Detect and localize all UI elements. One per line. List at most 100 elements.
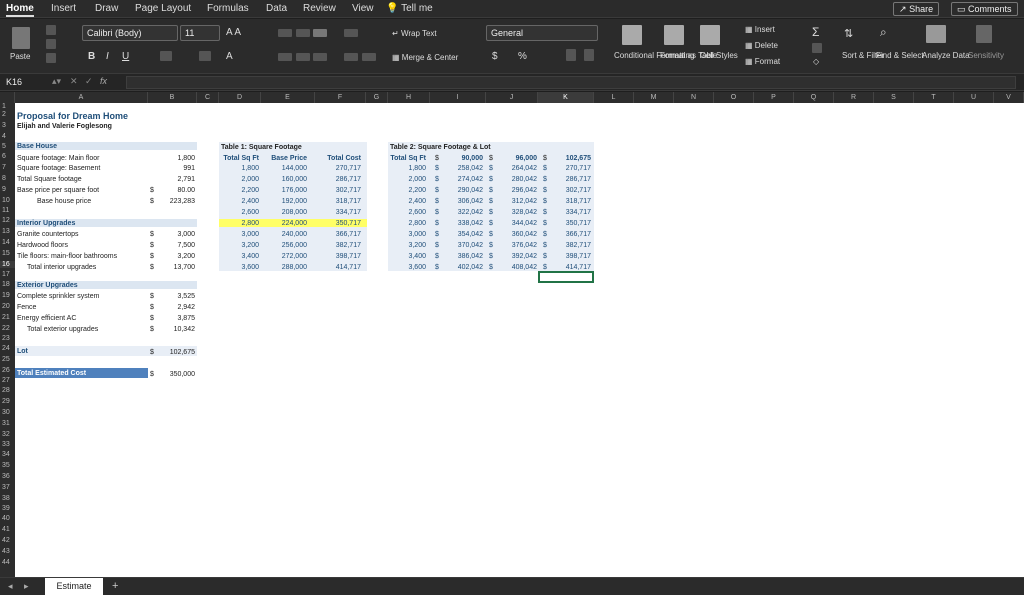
column-header[interactable]: B xyxy=(148,92,197,103)
row-header[interactable]: 11 xyxy=(0,207,15,214)
align-center-icon[interactable] xyxy=(296,53,310,61)
orientation-icon[interactable] xyxy=(344,29,358,37)
row-header[interactable]: 33 xyxy=(0,441,15,448)
row-header[interactable]: 3 xyxy=(0,122,15,129)
column-header[interactable]: S xyxy=(874,92,914,103)
decrease-decimal-icon[interactable] xyxy=(584,49,594,61)
row-header[interactable]: 20 xyxy=(0,303,15,310)
sheet-tab-estimate[interactable]: Estimate xyxy=(45,578,103,595)
name-box-stepper[interactable]: ▴▾ xyxy=(52,76,61,87)
column-header[interactable]: T xyxy=(914,92,954,103)
borders-icon[interactable] xyxy=(160,51,172,61)
underline-button[interactable]: U xyxy=(122,51,129,62)
column-header[interactable]: C xyxy=(197,92,219,103)
autosum-icon[interactable]: Σ xyxy=(812,25,819,39)
sensitivity-icon[interactable] xyxy=(976,25,992,43)
align-top-icon[interactable] xyxy=(278,29,292,37)
font-color-icon[interactable]: A xyxy=(226,51,233,62)
column-header[interactable]: A xyxy=(15,92,148,103)
share-button[interactable]: ↗ Share xyxy=(893,2,940,16)
row-header[interactable]: 18 xyxy=(0,281,15,288)
tab-review[interactable]: Review xyxy=(303,3,336,14)
row-header[interactable]: 34 xyxy=(0,451,15,458)
column-header[interactable]: J xyxy=(486,92,538,103)
tab-draw[interactable]: Draw xyxy=(95,3,118,14)
row-header[interactable]: 4 xyxy=(0,133,15,140)
row-header[interactable]: 6 xyxy=(0,153,15,160)
row-header[interactable]: 32 xyxy=(0,431,15,438)
column-header[interactable]: R xyxy=(834,92,874,103)
tab-home[interactable]: Home xyxy=(6,3,34,17)
row-header[interactable]: 9 xyxy=(0,186,15,193)
row-header[interactable]: 10 xyxy=(0,197,15,204)
tab-data[interactable]: Data xyxy=(266,3,287,14)
column-header[interactable]: D xyxy=(219,92,261,103)
column-header[interactable]: U xyxy=(954,92,994,103)
column-header[interactable]: M xyxy=(634,92,674,103)
row-header[interactable]: 24 xyxy=(0,345,15,352)
column-header[interactable]: E xyxy=(261,92,315,103)
align-right-icon[interactable] xyxy=(313,53,327,61)
row-header[interactable]: 25 xyxy=(0,356,15,363)
comments-button[interactable]: ▭ Comments xyxy=(951,2,1018,16)
percent-button[interactable]: % xyxy=(518,51,527,62)
clear-icon[interactable]: ◇ xyxy=(813,57,819,66)
row-header[interactable]: 16 xyxy=(0,261,15,268)
row-header[interactable]: 39 xyxy=(0,505,15,512)
row-header[interactable]: 36 xyxy=(0,473,15,480)
row-header[interactable]: 7 xyxy=(0,164,15,171)
row-header[interactable]: 43 xyxy=(0,548,15,555)
insert-cells-button[interactable]: ▦ Insert xyxy=(745,25,775,34)
find-select-label[interactable]: Find & Select xyxy=(876,51,924,60)
prev-sheet-icon[interactable]: ◂ xyxy=(8,581,13,592)
delete-cells-button[interactable]: ▦ Delete xyxy=(745,41,778,50)
enter-icon[interactable]: ✓ xyxy=(85,76,93,87)
row-header[interactable]: 42 xyxy=(0,537,15,544)
selected-cell-k16[interactable] xyxy=(538,271,594,283)
column-header[interactable]: H xyxy=(388,92,430,103)
column-header[interactable]: I xyxy=(430,92,486,103)
currency-button[interactable]: $ xyxy=(492,51,498,62)
tab-page-layout[interactable]: Page Layout xyxy=(135,3,191,14)
row-header[interactable]: 41 xyxy=(0,526,15,533)
row-header[interactable]: 17 xyxy=(0,271,15,278)
row-header[interactable]: 1 xyxy=(0,103,15,110)
row-header[interactable]: 2 xyxy=(0,111,15,118)
worksheet-grid[interactable]: Proposal for Dream Home Elijah and Valer… xyxy=(15,103,1024,577)
analyze-data-icon[interactable] xyxy=(926,25,946,43)
row-header[interactable]: 44 xyxy=(0,559,15,566)
italic-button[interactable]: I xyxy=(106,51,109,62)
copy-icon[interactable] xyxy=(46,39,56,49)
formula-input[interactable] xyxy=(126,76,1016,89)
cancel-icon[interactable]: ✕ xyxy=(70,76,78,87)
paste-icon[interactable] xyxy=(12,27,30,49)
number-format-select[interactable]: General xyxy=(486,25,598,41)
fill-icon[interactable] xyxy=(812,43,822,53)
font-name-select[interactable]: Calibri (Body) xyxy=(82,25,178,41)
row-header[interactable]: 15 xyxy=(0,250,15,257)
row-header[interactable]: 37 xyxy=(0,484,15,491)
row-header[interactable]: 5 xyxy=(0,143,15,150)
increase-decimal-icon[interactable] xyxy=(566,49,576,61)
conditional-formatting-icon[interactable] xyxy=(622,25,642,45)
row-header[interactable]: 38 xyxy=(0,495,15,502)
row-header[interactable]: 23 xyxy=(0,335,15,342)
wrap-text-button[interactable]: ↵ Wrap Text xyxy=(392,29,437,38)
row-header[interactable]: 30 xyxy=(0,409,15,416)
align-left-icon[interactable] xyxy=(278,53,292,61)
column-header-selected[interactable]: K xyxy=(538,92,594,103)
tell-me[interactable]: 💡 Tell me xyxy=(386,3,433,14)
add-sheet-button[interactable]: + xyxy=(112,580,118,592)
select-all-corner[interactable] xyxy=(0,92,15,103)
align-middle-icon[interactable] xyxy=(296,29,310,37)
row-header[interactable]: 14 xyxy=(0,239,15,246)
column-header[interactable]: V xyxy=(994,92,1024,103)
outdent-icon[interactable] xyxy=(362,53,376,61)
font-size-controls[interactable]: A A xyxy=(226,27,241,38)
row-header[interactable]: 26 xyxy=(0,367,15,374)
tab-formulas[interactable]: Formulas xyxy=(207,3,249,14)
cell-styles-label[interactable]: Cell Styles xyxy=(700,51,738,60)
tab-insert[interactable]: Insert xyxy=(51,3,76,14)
format-painter-icon[interactable] xyxy=(46,53,56,63)
column-header[interactable]: F xyxy=(315,92,366,103)
